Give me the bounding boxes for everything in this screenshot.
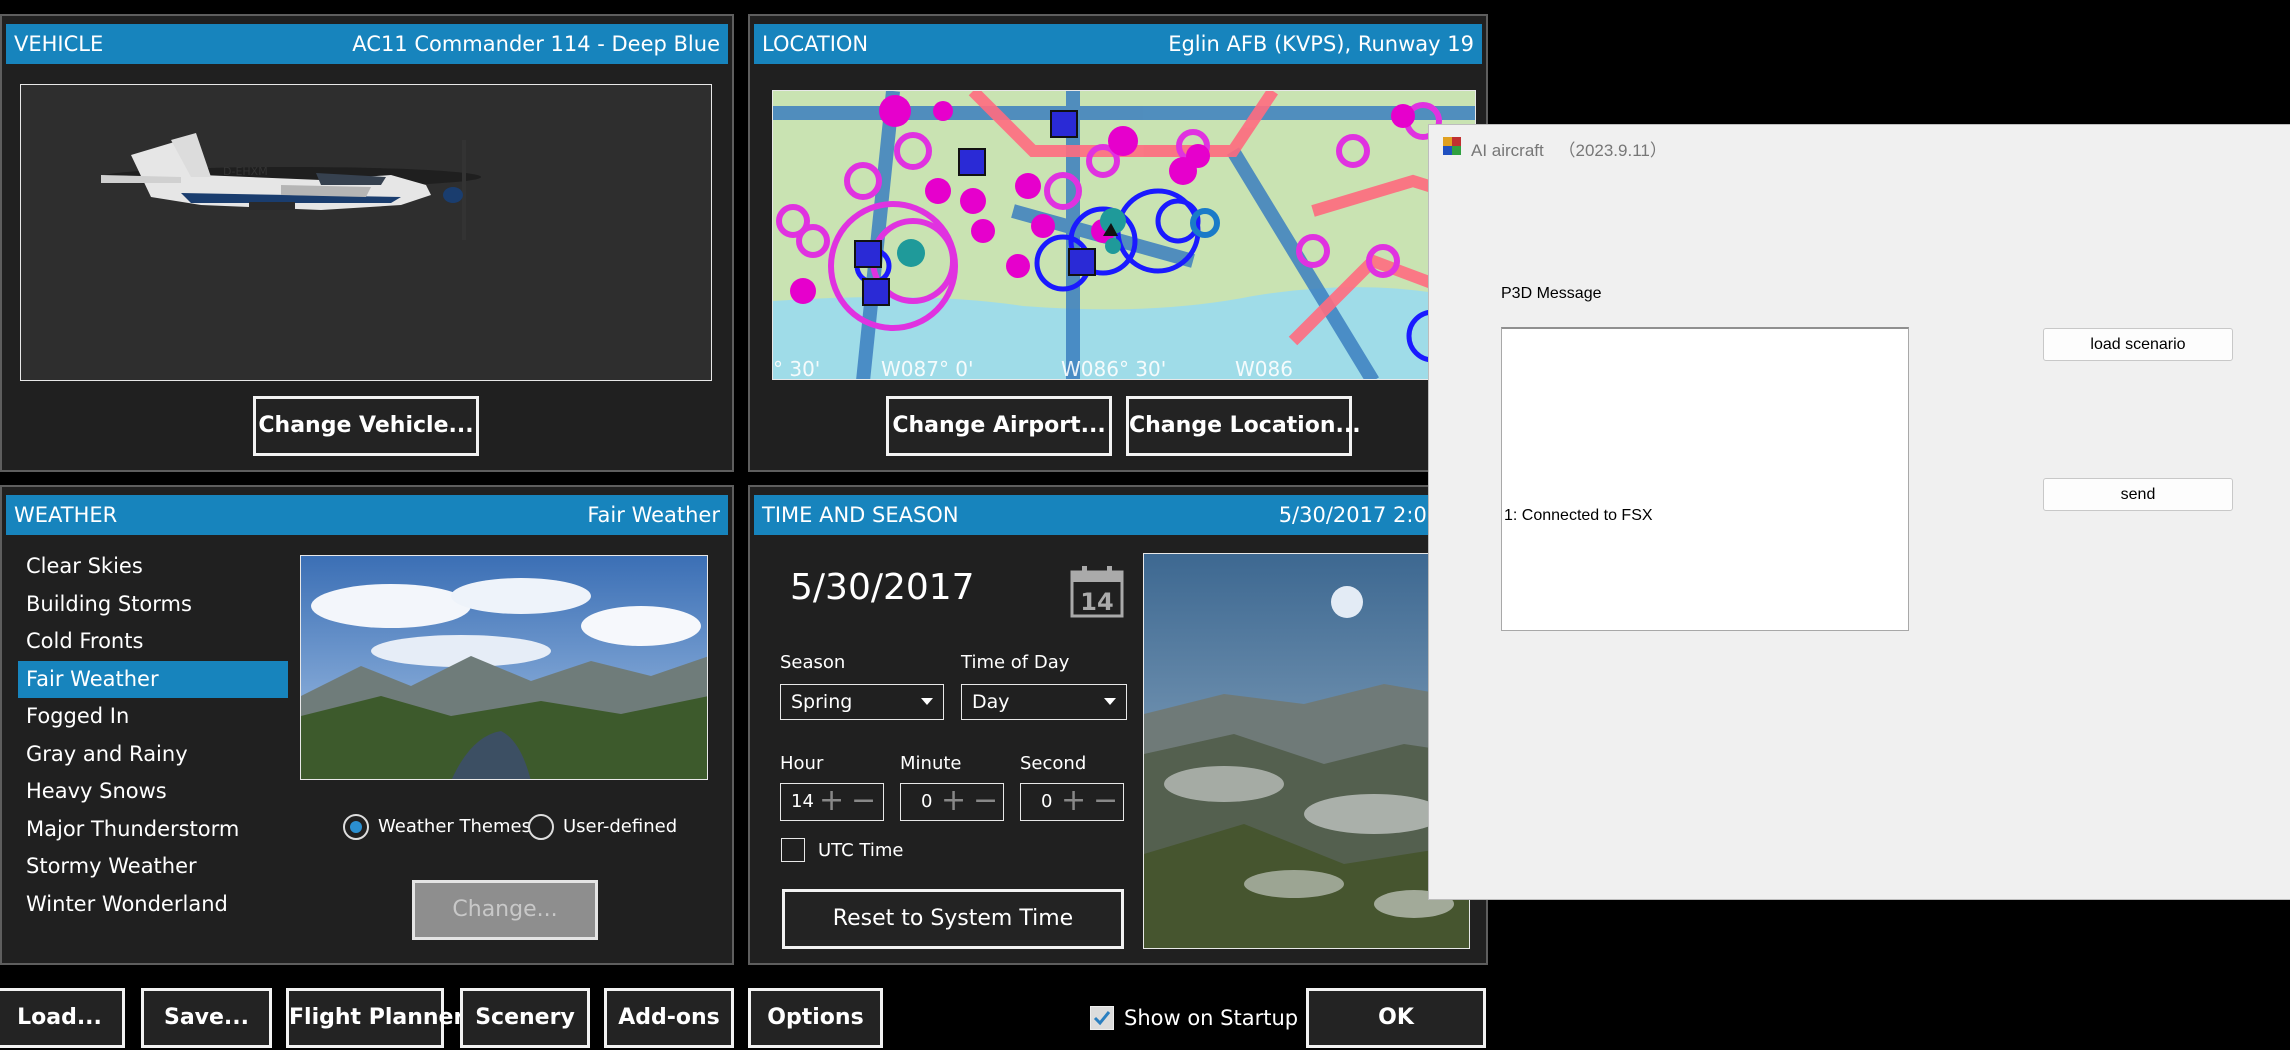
hour-value: 14 xyxy=(791,791,814,812)
ai-aircraft-window: AI aircraft （2023.9.11） P3D Message 1: C… xyxy=(1428,124,2290,900)
plus-icon[interactable]: + xyxy=(819,784,844,818)
season-select[interactable]: Spring xyxy=(780,684,944,720)
minus-icon[interactable]: − xyxy=(1093,784,1118,818)
aircraft-registration: D-EHXM xyxy=(223,165,268,178)
location-header-label: LOCATION xyxy=(762,32,869,56)
time-of-day-select[interactable]: Day xyxy=(961,684,1127,720)
weather-item-fogged-in[interactable]: Fogged In xyxy=(18,698,288,736)
checkmark-icon xyxy=(1093,1011,1111,1026)
window-title-text: AI aircraft xyxy=(1471,141,1544,160)
change-location-button[interactable]: Change Location... xyxy=(1126,396,1361,456)
addons-button[interactable]: Add-ons xyxy=(604,988,734,1048)
window-title: AI aircraft （2023.9.11） xyxy=(1471,136,1667,161)
map-graphic: ° 30' W087° 0' W086° 30' W086 xyxy=(773,91,1475,380)
map-coord-4: W086 xyxy=(1235,357,1293,380)
weather-item-major-thunderstorm[interactable]: Major Thunderstorm xyxy=(18,811,288,849)
weather-item-clear-skies[interactable]: Clear Skies xyxy=(18,548,288,586)
window-version: （2023.9.11） xyxy=(1558,141,1667,160)
plus-icon[interactable]: + xyxy=(941,784,966,818)
send-button[interactable]: send xyxy=(2043,478,2233,511)
season-label: Season xyxy=(780,652,846,673)
location-panel: LOCATION Eglin AFB (KVPS), Runway 19 ° 3… xyxy=(748,14,1488,472)
show-on-startup-checkbox[interactable] xyxy=(1090,1006,1114,1030)
user-defined-label: User-defined xyxy=(563,816,678,837)
weather-item-fair-weather[interactable]: Fair Weather xyxy=(18,660,288,698)
location-name: Eglin AFB (KVPS), Runway 19 xyxy=(1168,32,1474,56)
hour-label: Hour xyxy=(780,753,824,774)
time-of-day-value: Day xyxy=(972,691,1010,713)
vehicle-preview-image: D-EHXM xyxy=(20,84,712,381)
aircraft-picture: D-EHXM xyxy=(101,133,481,240)
time-preview-image xyxy=(1143,553,1470,949)
weather-item-heavy-snows[interactable]: Heavy Snows xyxy=(18,773,288,811)
time-landscape-picture xyxy=(1144,554,1469,948)
weather-themes-label: Weather Themes xyxy=(378,816,531,837)
time-of-day-label: Time of Day xyxy=(961,652,1070,673)
map-coord-3: W086° 30' xyxy=(1061,357,1166,380)
save-button[interactable]: Save... xyxy=(141,988,272,1048)
user-defined-radio[interactable] xyxy=(528,814,554,840)
second-stepper[interactable]: 0 + − xyxy=(1020,783,1124,821)
minus-icon[interactable]: − xyxy=(973,784,998,818)
map-coord-2: W087° 0' xyxy=(881,357,974,380)
message-line: 1: Connected to FSX xyxy=(1504,507,1653,524)
load-scenario-button[interactable]: load scenario xyxy=(2043,328,2233,361)
minute-value: 0 xyxy=(921,791,933,812)
show-on-startup-label: Show on Startup xyxy=(1124,1006,1299,1030)
vehicle-name: AC11 Commander 114 - Deep Blue xyxy=(352,32,720,56)
weather-item-cold-fronts[interactable]: Cold Fronts xyxy=(18,623,288,661)
chevron-down-icon xyxy=(1104,698,1116,705)
weather-item-building-storms[interactable]: Building Storms xyxy=(18,586,288,624)
second-label: Second xyxy=(1020,753,1087,774)
minute-stepper[interactable]: 0 + − xyxy=(900,783,1004,821)
calendar-day: 14 xyxy=(1080,588,1113,616)
weather-selected-theme: Fair Weather xyxy=(587,503,720,527)
time-header: TIME AND SEASON 5/30/2017 2:00:00 xyxy=(754,495,1482,535)
vehicle-panel: VEHICLE AC11 Commander 114 - Deep Blue D… xyxy=(0,14,734,472)
chevron-down-icon xyxy=(921,698,933,705)
scenery-button[interactable]: Scenery xyxy=(460,988,590,1048)
change-airport-button[interactable]: Change Airport... xyxy=(886,396,1112,456)
weather-themes-radio[interactable] xyxy=(343,814,369,840)
change-vehicle-button[interactable]: Change Vehicle... xyxy=(253,396,479,456)
time-header-label: TIME AND SEASON xyxy=(762,503,959,527)
weather-item-stormy-weather[interactable]: Stormy Weather xyxy=(18,848,288,886)
second-value: 0 xyxy=(1041,791,1053,812)
weather-header: WEATHER Fair Weather xyxy=(6,495,728,535)
ok-button[interactable]: OK xyxy=(1306,988,1486,1048)
utc-time-label: UTC Time xyxy=(818,840,904,861)
app-icon xyxy=(1443,137,1461,155)
calendar-icon[interactable]: 14 xyxy=(1070,564,1124,618)
weather-theme-list[interactable]: Clear Skies Building Storms Cold Fronts … xyxy=(18,548,288,923)
location-header: LOCATION Eglin AFB (KVPS), Runway 19 xyxy=(754,24,1482,64)
season-value: Spring xyxy=(791,691,853,713)
weather-item-gray-and-rainy[interactable]: Gray and Rainy xyxy=(18,736,288,774)
flight-planner-button[interactable]: Flight Planner xyxy=(286,988,464,1048)
date-display: 5/30/2017 xyxy=(790,567,975,608)
map-coord-1: ° 30' xyxy=(773,357,820,380)
weather-landscape-picture xyxy=(301,556,707,779)
weather-item-winter-wonderland[interactable]: Winter Wonderland xyxy=(18,886,288,924)
minute-label: Minute xyxy=(900,753,962,774)
weather-header-label: WEATHER xyxy=(14,503,118,527)
weather-preview-image xyxy=(300,555,708,780)
p3d-message-textbox[interactable]: 1: Connected to FSX xyxy=(1501,327,1909,631)
hour-stepper[interactable]: 14 + − xyxy=(780,783,884,821)
load-button[interactable]: Load... xyxy=(0,988,125,1048)
vehicle-header-label: VEHICLE xyxy=(14,32,104,56)
location-map[interactable]: ° 30' W087° 0' W086° 30' W086 xyxy=(772,90,1476,380)
reset-system-time-button[interactable]: Reset to System Time xyxy=(782,889,1124,949)
vehicle-header: VEHICLE AC11 Commander 114 - Deep Blue xyxy=(6,24,728,64)
change-weather-button[interactable]: Change... xyxy=(412,880,598,940)
plus-icon[interactable]: + xyxy=(1061,784,1086,818)
utc-time-checkbox[interactable] xyxy=(781,838,805,862)
p3d-message-label: P3D Message xyxy=(1501,285,1602,302)
minus-icon[interactable]: − xyxy=(851,784,876,818)
options-button[interactable]: Options xyxy=(748,988,883,1048)
